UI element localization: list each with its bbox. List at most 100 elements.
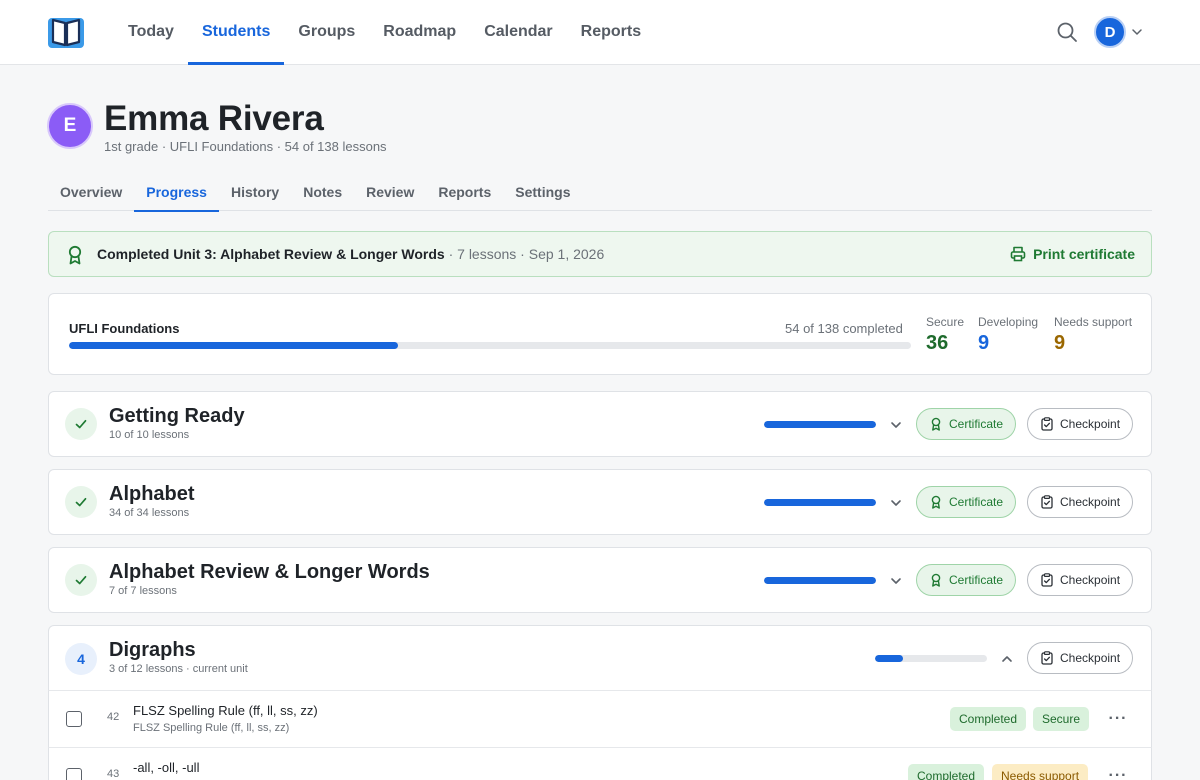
unit-subtitle: 3 of 12 lessons · current unit [109, 663, 248, 675]
checkpoint-button[interactable]: Checkpoint [1027, 642, 1134, 674]
tab-review[interactable]: Review [354, 172, 426, 211]
unit-title: Getting Ready [109, 405, 245, 427]
unit-row-current[interactable]: 4 Digraphs 3 of 12 lessons · current uni… [48, 625, 1152, 691]
lesson-row[interactable]: 43 -all, -oll, -ull Completed Needs supp… [48, 747, 1152, 780]
award-ribbon-icon [931, 495, 941, 509]
certificate-button[interactable]: Certificate [916, 486, 1017, 518]
mastery-badge: Needs support [992, 764, 1089, 780]
printer-icon [1010, 246, 1026, 262]
unit-subtitle: 7 of 7 lessons [109, 585, 177, 597]
banner-text: Completed Unit 3: Alphabet Review & Long… [97, 246, 604, 262]
clipboard-check-icon [1041, 417, 1053, 431]
unit-progress-bar [764, 421, 876, 428]
stat-secure-label: Secure [926, 315, 965, 329]
student-subtitle: 1st grade · UFLI Foundations · 54 of 138… [104, 139, 387, 154]
stat-needs-support-label: Needs support [1054, 315, 1133, 329]
certificate-label: Certificate [949, 573, 1004, 587]
unit-row[interactable]: Alphabet Review & Longer Words 7 of 7 le… [48, 547, 1152, 613]
status-badge: Completed [908, 764, 985, 780]
lesson-checkbox[interactable] [66, 768, 82, 780]
curriculum-progress-bar [69, 342, 911, 349]
lesson-row[interactable]: 42 FLSZ Spelling Rule (ff, ll, ss, zz) F… [48, 690, 1152, 747]
banner-title: Completed Unit 3: Alphabet Review & Long… [97, 246, 445, 262]
chevron-down-icon[interactable] [889, 418, 903, 432]
more-options-icon[interactable]: ··· [1109, 709, 1127, 729]
banner-meta: · 7 lessons · Sep 1, 2026 [444, 246, 605, 262]
unit-row[interactable]: Alphabet 34 of 34 lessons Certificate Ch… [48, 469, 1152, 535]
student-avatar: E [47, 103, 93, 149]
unit-title: Alphabet [109, 483, 195, 505]
unit-progress-bar [875, 655, 987, 662]
check-circle-icon [65, 486, 97, 518]
tab-reports[interactable]: Reports [426, 172, 503, 211]
nav-item-today[interactable]: Today [114, 0, 188, 64]
certificate-button[interactable]: Certificate [916, 564, 1017, 596]
nav-item-reports[interactable]: Reports [567, 0, 655, 64]
checkpoint-label: Checkpoint [1060, 573, 1121, 587]
curriculum-summary-card: UFLI Foundations 54 of 138 completed Sec… [48, 293, 1152, 375]
curriculum-title: UFLI Foundations [69, 321, 180, 336]
unit-progress-fill [764, 577, 876, 584]
unit-progress-fill [875, 655, 903, 662]
stat-developing-label: Developing [978, 315, 1039, 329]
tab-overview[interactable]: Overview [48, 172, 134, 211]
checkpoint-label: Checkpoint [1060, 495, 1121, 509]
award-ribbon-icon [68, 245, 82, 265]
clipboard-check-icon [1041, 495, 1053, 509]
tab-history[interactable]: History [219, 172, 291, 211]
checkpoint-button[interactable]: Checkpoint [1027, 564, 1134, 596]
student-tabs: Overview Progress History Notes Review R… [48, 172, 1152, 212]
checkpoint-label: Checkpoint [1060, 417, 1121, 431]
stat-developing-value: 9 [978, 332, 990, 354]
lesson-checkbox[interactable] [66, 711, 82, 727]
user-avatar[interactable]: D [1094, 16, 1126, 48]
unit-subtitle: 34 of 34 lessons [109, 507, 190, 519]
unit-progress-fill [764, 499, 876, 506]
tab-settings[interactable]: Settings [503, 172, 582, 211]
curriculum-progress-fill [69, 342, 399, 349]
check-circle-icon [65, 408, 97, 440]
unit-title: Alphabet Review & Longer Words [109, 561, 430, 583]
search-icon[interactable] [1056, 21, 1078, 43]
student-name: Emma Rivera [104, 99, 324, 138]
lesson-subtitle: FLSZ Spelling Rule (ff, ll, ss, zz) [133, 722, 290, 734]
mastery-badge: Secure [1033, 707, 1090, 731]
stat-developing: Developing 9 [978, 315, 1038, 355]
nav-item-roadmap[interactable]: Roadmap [369, 0, 470, 64]
lesson-number: 42 [107, 711, 120, 723]
checkpoint-button[interactable]: Checkpoint [1027, 408, 1134, 440]
chevron-down-icon[interactable] [889, 496, 903, 510]
completed-count: 54 of 138 completed [785, 321, 903, 336]
completion-banner: Completed Unit 3: Alphabet Review & Long… [48, 231, 1152, 277]
chevron-down-icon[interactable] [889, 574, 903, 588]
unit-number: 4 [65, 643, 97, 675]
award-ribbon-icon [931, 573, 941, 587]
clipboard-check-icon [1041, 573, 1053, 587]
unit-row[interactable]: Getting Ready 10 of 10 lessons Certifica… [48, 391, 1152, 457]
lesson-number: 43 [107, 768, 120, 780]
certificate-button[interactable]: Certificate [916, 408, 1017, 440]
main-nav: Today Students Groups Roadmap Calendar R… [114, 0, 655, 65]
print-certificate-button[interactable]: Print certificate [1010, 232, 1151, 276]
stat-secure: Secure 36 [926, 315, 964, 355]
tab-progress[interactable]: Progress [134, 172, 219, 212]
nav-item-students[interactable]: Students [187, 0, 285, 65]
status-badge: Completed [950, 707, 1027, 731]
checkpoint-button[interactable]: Checkpoint [1027, 486, 1134, 518]
more-options-icon[interactable]: ··· [1109, 766, 1127, 780]
top-navigation-bar: Today Students Groups Roadmap Calendar R… [0, 0, 1200, 65]
unit-progress-bar [764, 499, 876, 506]
open-book-icon[interactable] [47, 14, 85, 50]
nav-item-calendar[interactable]: Calendar [470, 0, 566, 64]
lesson-title: -all, -oll, -ull [133, 760, 200, 775]
unit-title: Digraphs [109, 639, 196, 661]
tab-notes[interactable]: Notes [291, 172, 354, 211]
stat-secure-value: 36 [926, 332, 949, 354]
chevron-down-icon[interactable] [1131, 26, 1143, 38]
stat-needs-support-value: 9 [1054, 332, 1066, 354]
certificate-label: Certificate [949, 417, 1004, 431]
chevron-up-icon[interactable] [1000, 652, 1014, 666]
nav-item-groups[interactable]: Groups [284, 0, 369, 64]
unit-subtitle: 10 of 10 lessons [109, 429, 190, 441]
clipboard-check-icon [1041, 651, 1053, 665]
